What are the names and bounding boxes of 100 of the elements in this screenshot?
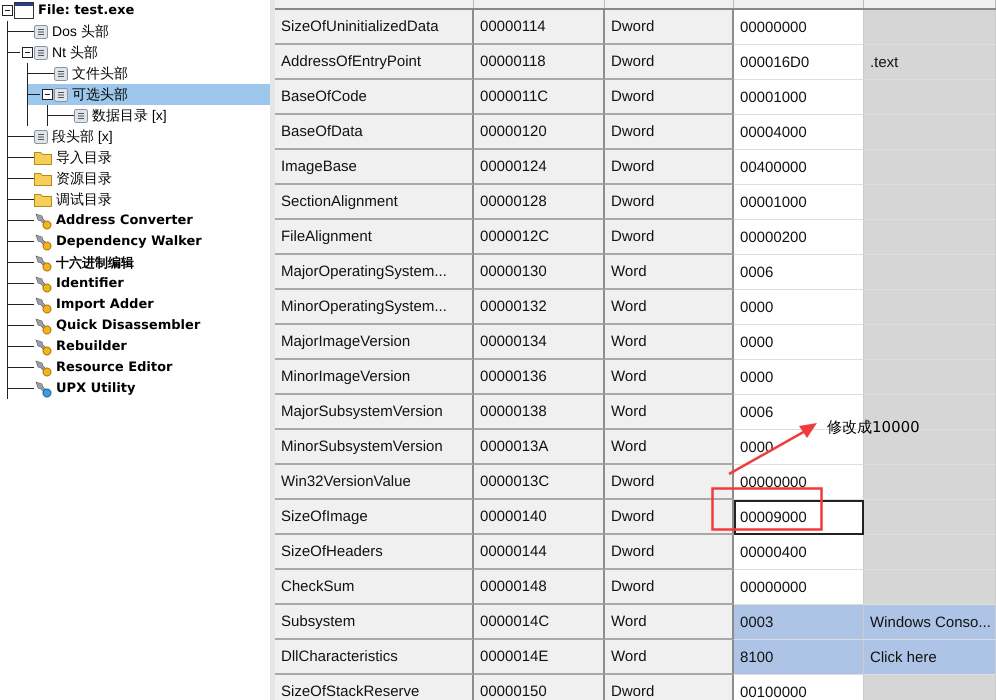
document-icon <box>54 88 68 102</box>
size-cell: Dword <box>605 115 734 150</box>
value-cell[interactable]: 00000200 <box>734 220 864 255</box>
offset-cell: 00000124 <box>474 150 605 185</box>
tree-item[interactable]: Rebuilder <box>56 339 127 354</box>
member-cell: DllCharacteristics <box>275 640 474 675</box>
member-cell: MinorSubsystemVersion <box>275 430 474 465</box>
tree-item[interactable]: Resource Editor <box>56 360 172 375</box>
collapse-icon[interactable] <box>22 47 32 58</box>
offset-cell: 00000118 <box>474 45 605 80</box>
offset-cell: 00000148 <box>474 570 605 605</box>
size-cell: Word <box>605 360 734 395</box>
member-cell: SizeOfHeaders <box>275 535 474 570</box>
column-header[interactable] <box>734 0 864 8</box>
offset-cell: 0000014C <box>474 605 605 640</box>
member-cell: ImageBase <box>275 150 474 185</box>
tree-item[interactable]: 十六进制编辑 <box>56 254 134 272</box>
value-cell[interactable]: 000016D0 <box>734 45 864 80</box>
member-cell: AddressOfEntryPoint <box>275 45 474 80</box>
tree-item[interactable]: Dependency Walker <box>56 234 202 249</box>
folder-icon <box>34 171 52 186</box>
offset-cell: 00000144 <box>474 535 605 570</box>
offset-cell: 0000014E <box>474 640 605 675</box>
size-cell: Dword <box>605 535 734 570</box>
tree-item[interactable]: Dos 头部 <box>52 22 109 40</box>
gear-icon <box>34 296 52 314</box>
member-cell: Subsystem <box>275 605 474 640</box>
value-cell[interactable]: 00001000 <box>734 185 864 220</box>
offset-cell: 00000134 <box>474 325 605 360</box>
column-header[interactable] <box>275 0 474 8</box>
gear-icon <box>34 338 52 356</box>
tree-item[interactable]: Nt 头部 <box>52 44 98 62</box>
value-cell[interactable]: 0003 <box>734 605 864 640</box>
tree-item[interactable]: Quick Disassembler <box>56 318 200 333</box>
size-cell: Dword <box>605 465 734 500</box>
member-cell: CheckSum <box>275 570 474 605</box>
size-cell: Word <box>605 255 734 290</box>
value-cell[interactable]: 00000000 <box>734 10 864 45</box>
member-cell: MinorImageVersion <box>275 360 474 395</box>
size-cell: Dword <box>605 185 734 220</box>
tree-item[interactable]: 数据目录 [x] <box>92 106 167 124</box>
document-icon <box>34 46 48 60</box>
value-cell[interactable]: 00001000 <box>734 80 864 115</box>
member-cell: SizeOfUninitializedData <box>275 10 474 45</box>
info-cell: Windows Conso... <box>864 605 996 640</box>
member-cell: BaseOfData <box>275 115 474 150</box>
tree-item[interactable]: 段头部 [x] <box>52 128 113 146</box>
tree-item[interactable]: Identifier <box>56 276 124 291</box>
tree-item[interactable]: 可选头部 <box>72 86 128 104</box>
tree-item[interactable]: Address Converter <box>56 213 193 228</box>
value-cell[interactable]: 0000 <box>734 325 864 360</box>
tree-item[interactable]: Import Adder <box>56 297 154 312</box>
member-cell: MajorOperatingSystem... <box>275 255 474 290</box>
column-header[interactable] <box>864 0 996 8</box>
member-cell: MinorOperatingSystem... <box>275 290 474 325</box>
value-cell[interactable]: 00000000 <box>734 465 864 500</box>
tree-item[interactable]: 导入目录 <box>56 148 112 166</box>
offset-cell: 0000013A <box>474 430 605 465</box>
value-cell[interactable]: 0006 <box>734 255 864 290</box>
offset-cell: 00000120 <box>474 115 605 150</box>
value-cell[interactable]: 00400000 <box>734 150 864 185</box>
value-cell[interactable]: 00009000 <box>734 500 864 535</box>
value-cell[interactable]: 00000000 <box>734 570 864 605</box>
offset-cell: 0000012C <box>474 220 605 255</box>
member-cell: MajorImageVersion <box>275 325 474 360</box>
arrow-icon <box>727 420 819 476</box>
tree-item[interactable]: 调试目录 <box>56 190 112 208</box>
offset-cell: 0000011C <box>474 80 605 115</box>
size-cell: Word <box>605 395 734 430</box>
value-cell[interactable]: 0000 <box>734 290 864 325</box>
gear-icon <box>34 212 52 230</box>
member-cell: BaseOfCode <box>275 80 474 115</box>
collapse-icon[interactable] <box>42 89 52 100</box>
offset-cell: 00000150 <box>474 675 605 700</box>
offset-cell: 00000136 <box>474 360 605 395</box>
collapse-icon[interactable] <box>2 5 12 16</box>
tree-item[interactable]: UPX Utility <box>56 381 136 396</box>
gear-icon <box>34 316 52 334</box>
gear-icon <box>34 254 52 272</box>
folder-icon <box>34 150 52 165</box>
tree-item[interactable]: 文件头部 <box>72 64 128 82</box>
tree-item[interactable]: File: test.exe <box>38 3 134 18</box>
size-cell: Dword <box>605 45 734 80</box>
member-cell: SizeOfStackReserve <box>275 675 474 700</box>
value-cell[interactable]: 00000400 <box>734 535 864 570</box>
tree-item[interactable]: 资源目录 <box>56 170 112 188</box>
value-cell[interactable]: 00004000 <box>734 115 864 150</box>
value-cell[interactable]: 8100 <box>734 640 864 675</box>
column-header[interactable] <box>474 0 605 8</box>
size-cell: Word <box>605 605 734 640</box>
document-icon <box>34 24 48 38</box>
value-cell[interactable]: 0000 <box>734 360 864 395</box>
gear-icon <box>34 232 52 250</box>
column-header[interactable] <box>605 0 734 8</box>
offset-cell: 00000132 <box>474 290 605 325</box>
member-cell: SizeOfImage <box>275 500 474 535</box>
size-cell: Word <box>605 430 734 465</box>
document-icon <box>54 66 68 80</box>
folder-icon <box>34 192 52 207</box>
gear-icon <box>34 274 52 292</box>
